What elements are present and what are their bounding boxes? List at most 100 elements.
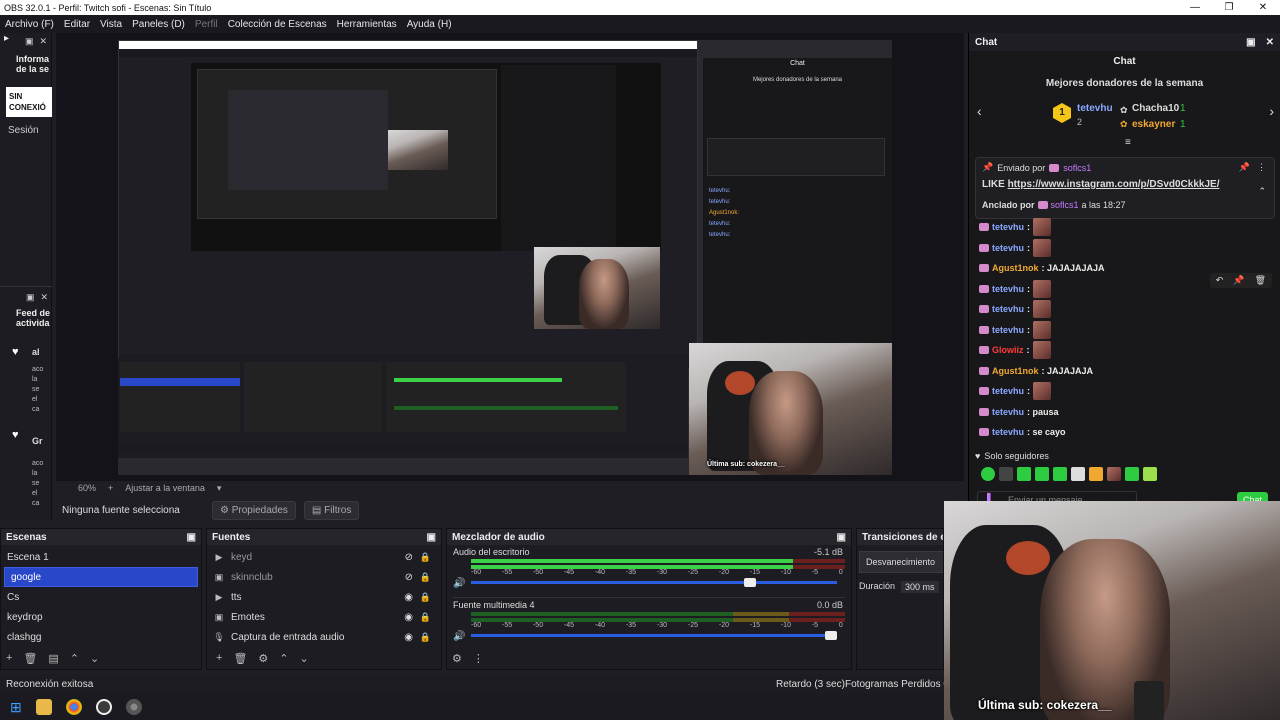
trash-icon[interactable]: 🗑	[233, 652, 247, 665]
reply-icon[interactable]: ↶	[1216, 275, 1224, 286]
chat-message[interactable]: Agust1nok: JAJAJAJA	[969, 361, 1280, 382]
windows-start-icon[interactable]: ⊞	[10, 699, 22, 716]
chevron-up-icon[interactable]: ⌃	[1258, 186, 1266, 197]
chat-message[interactable]: tetevhu:	[969, 381, 1280, 402]
chevron-right-icon[interactable]: ›	[1269, 103, 1274, 119]
arrow-down-icon[interactable]: ⌄	[300, 652, 309, 665]
transition-select[interactable]: Desvanecimiento	[859, 551, 943, 573]
dock-menu-icon[interactable]: ▸	[4, 33, 9, 44]
scene-item[interactable]: Escena 1	[1, 547, 201, 567]
slider-knob[interactable]	[744, 578, 757, 587]
chat-username[interactable]: Agust1nok	[992, 263, 1039, 273]
dock-close-icon[interactable]: ✕	[39, 36, 47, 47]
emote-icon[interactable]	[1035, 467, 1049, 481]
chevron-down-icon[interactable]: ▾	[217, 483, 222, 494]
arrow-up-icon[interactable]: ⌃	[279, 652, 288, 665]
duration-input[interactable]: 300 ms	[901, 581, 939, 593]
menu-edit[interactable]: Editar	[64, 19, 90, 30]
volume-slider[interactable]	[471, 578, 837, 587]
emote-icon[interactable]	[1053, 467, 1067, 481]
chat-username[interactable]: tetevhu	[992, 243, 1024, 253]
menu-file[interactable]: Archivo (F)	[5, 19, 54, 30]
dock-close-icon[interactable]: ✕	[40, 292, 48, 303]
chat-message[interactable]: tetevhu: pausa	[969, 402, 1280, 423]
chat-username[interactable]: tetevhu	[992, 325, 1024, 335]
emote-icon[interactable]	[1089, 467, 1103, 481]
maximize-button[interactable]: ❐	[1212, 0, 1246, 15]
unpin-icon[interactable]: 📌	[1239, 162, 1250, 173]
speaker-icon[interactable]: 🔊	[453, 578, 465, 589]
close-button[interactable]: ✕	[1246, 0, 1280, 15]
file-explorer-icon[interactable]	[35, 699, 52, 715]
chrome-profile-icon[interactable]	[125, 699, 142, 715]
scene-item[interactable]: keydrop	[1, 607, 201, 627]
zoom-plus-icon[interactable]: +	[108, 483, 113, 493]
arrow-down-icon[interactable]: ⌄	[90, 652, 99, 665]
chrome-icon[interactable]	[65, 699, 82, 715]
pin-icon[interactable]: 📌	[1233, 275, 1244, 286]
chat-message[interactable]: Glowiiz:	[969, 340, 1280, 361]
dock-float-icon[interactable]: ▣	[26, 292, 35, 303]
chat-username[interactable]: tetevhu	[992, 304, 1024, 314]
dock-float-icon[interactable]: ▣	[187, 532, 196, 543]
source-item[interactable]: ▣ Emotes ◉ 🔒	[207, 607, 441, 627]
emote-icon[interactable]	[1125, 467, 1139, 481]
more-icon[interactable]: ⋮	[473, 652, 484, 665]
add-icon[interactable]: +	[216, 652, 222, 665]
program-preview[interactable]: Chat Mejores donadores de la semana tete…	[118, 40, 892, 475]
gear-icon[interactable]: ⚙	[258, 652, 268, 665]
eye-icon[interactable]: ◉	[404, 632, 413, 643]
volume-slider[interactable]	[471, 631, 837, 640]
eye-icon[interactable]: ◉	[404, 592, 413, 603]
slider-knob[interactable]	[825, 631, 837, 640]
dock-float-icon[interactable]: ▣	[427, 532, 436, 543]
chat-username[interactable]: tetevhu	[992, 222, 1024, 232]
emote-icon[interactable]	[1071, 467, 1085, 481]
arrow-up-icon[interactable]: ⌃	[70, 652, 79, 665]
chat-message[interactable]: tetevhu:	[969, 320, 1280, 341]
pinned-link[interactable]: https://www.instagram.com/p/DSvd0CkkkJE/	[1008, 179, 1220, 190]
chat-message[interactable]: tetevhu: se cayo	[969, 422, 1280, 443]
source-item[interactable]: ▣ skinnclub ⊘ 🔒	[207, 567, 441, 587]
link-icon[interactable]: ⚙	[452, 652, 462, 665]
eye-hidden-icon[interactable]: ⊘	[405, 572, 413, 583]
scene-item-selected[interactable]: google	[4, 567, 198, 587]
lock-icon[interactable]: 🔒	[420, 572, 431, 583]
speaker-icon[interactable]: 🔊	[453, 631, 465, 642]
chevron-left-icon[interactable]: ‹	[977, 103, 982, 119]
scene-item[interactable]: clashgg	[1, 627, 201, 647]
dock-float-icon[interactable]: ▣	[1246, 37, 1255, 48]
dock-close-icon[interactable]: ✕	[1266, 37, 1274, 48]
minimize-button[interactable]: —	[1178, 0, 1212, 15]
chat-username[interactable]: tetevhu	[992, 284, 1024, 294]
chat-username[interactable]: tetevhu	[992, 407, 1024, 417]
emote-icon[interactable]	[1143, 467, 1157, 481]
add-icon[interactable]: +	[6, 652, 12, 665]
trash-icon[interactable]: 🗑	[1255, 275, 1266, 286]
filters-button[interactable]: ▤ Filtros	[303, 500, 360, 520]
emote-icon[interactable]	[1017, 467, 1031, 481]
expand-icon[interactable]: ≡	[1125, 137, 1131, 148]
menu-help[interactable]: Ayuda (H)	[407, 19, 452, 30]
source-item[interactable]: ▶ keyd ⊘ 🔒	[207, 547, 441, 567]
more-icon[interactable]: ⋮	[1257, 162, 1266, 173]
trash-icon[interactable]: 🗑	[23, 652, 37, 665]
menu-docks[interactable]: Paneles (D)	[132, 19, 185, 30]
menu-scene-collection[interactable]: Colección de Escenas	[228, 19, 327, 30]
emote-icon[interactable]	[981, 467, 995, 481]
chat-message[interactable]: tetevhu:	[969, 217, 1280, 238]
eye-icon[interactable]: ◉	[404, 612, 413, 623]
lock-icon[interactable]: 🔒	[420, 552, 431, 563]
properties-button[interactable]: ⚙ Propiedades	[212, 500, 296, 520]
obs-icon[interactable]	[95, 699, 112, 715]
dock-float-icon[interactable]: ▣	[837, 532, 846, 543]
menu-tools[interactable]: Herramientas	[337, 19, 397, 30]
lock-icon[interactable]: 🔒	[420, 632, 431, 643]
lock-icon[interactable]: 🔒	[420, 592, 431, 603]
source-item[interactable]: ▶ tts ◉ 🔒	[207, 587, 441, 607]
source-item[interactable]: 🎙 Captura de entrada audio ◉ 🔒	[207, 627, 441, 647]
chat-message[interactable]: tetevhu:	[969, 238, 1280, 259]
lock-icon[interactable]: 🔒	[420, 612, 431, 623]
chat-username[interactable]: tetevhu	[992, 386, 1024, 396]
chat-username[interactable]: Glowiiz	[992, 345, 1024, 355]
